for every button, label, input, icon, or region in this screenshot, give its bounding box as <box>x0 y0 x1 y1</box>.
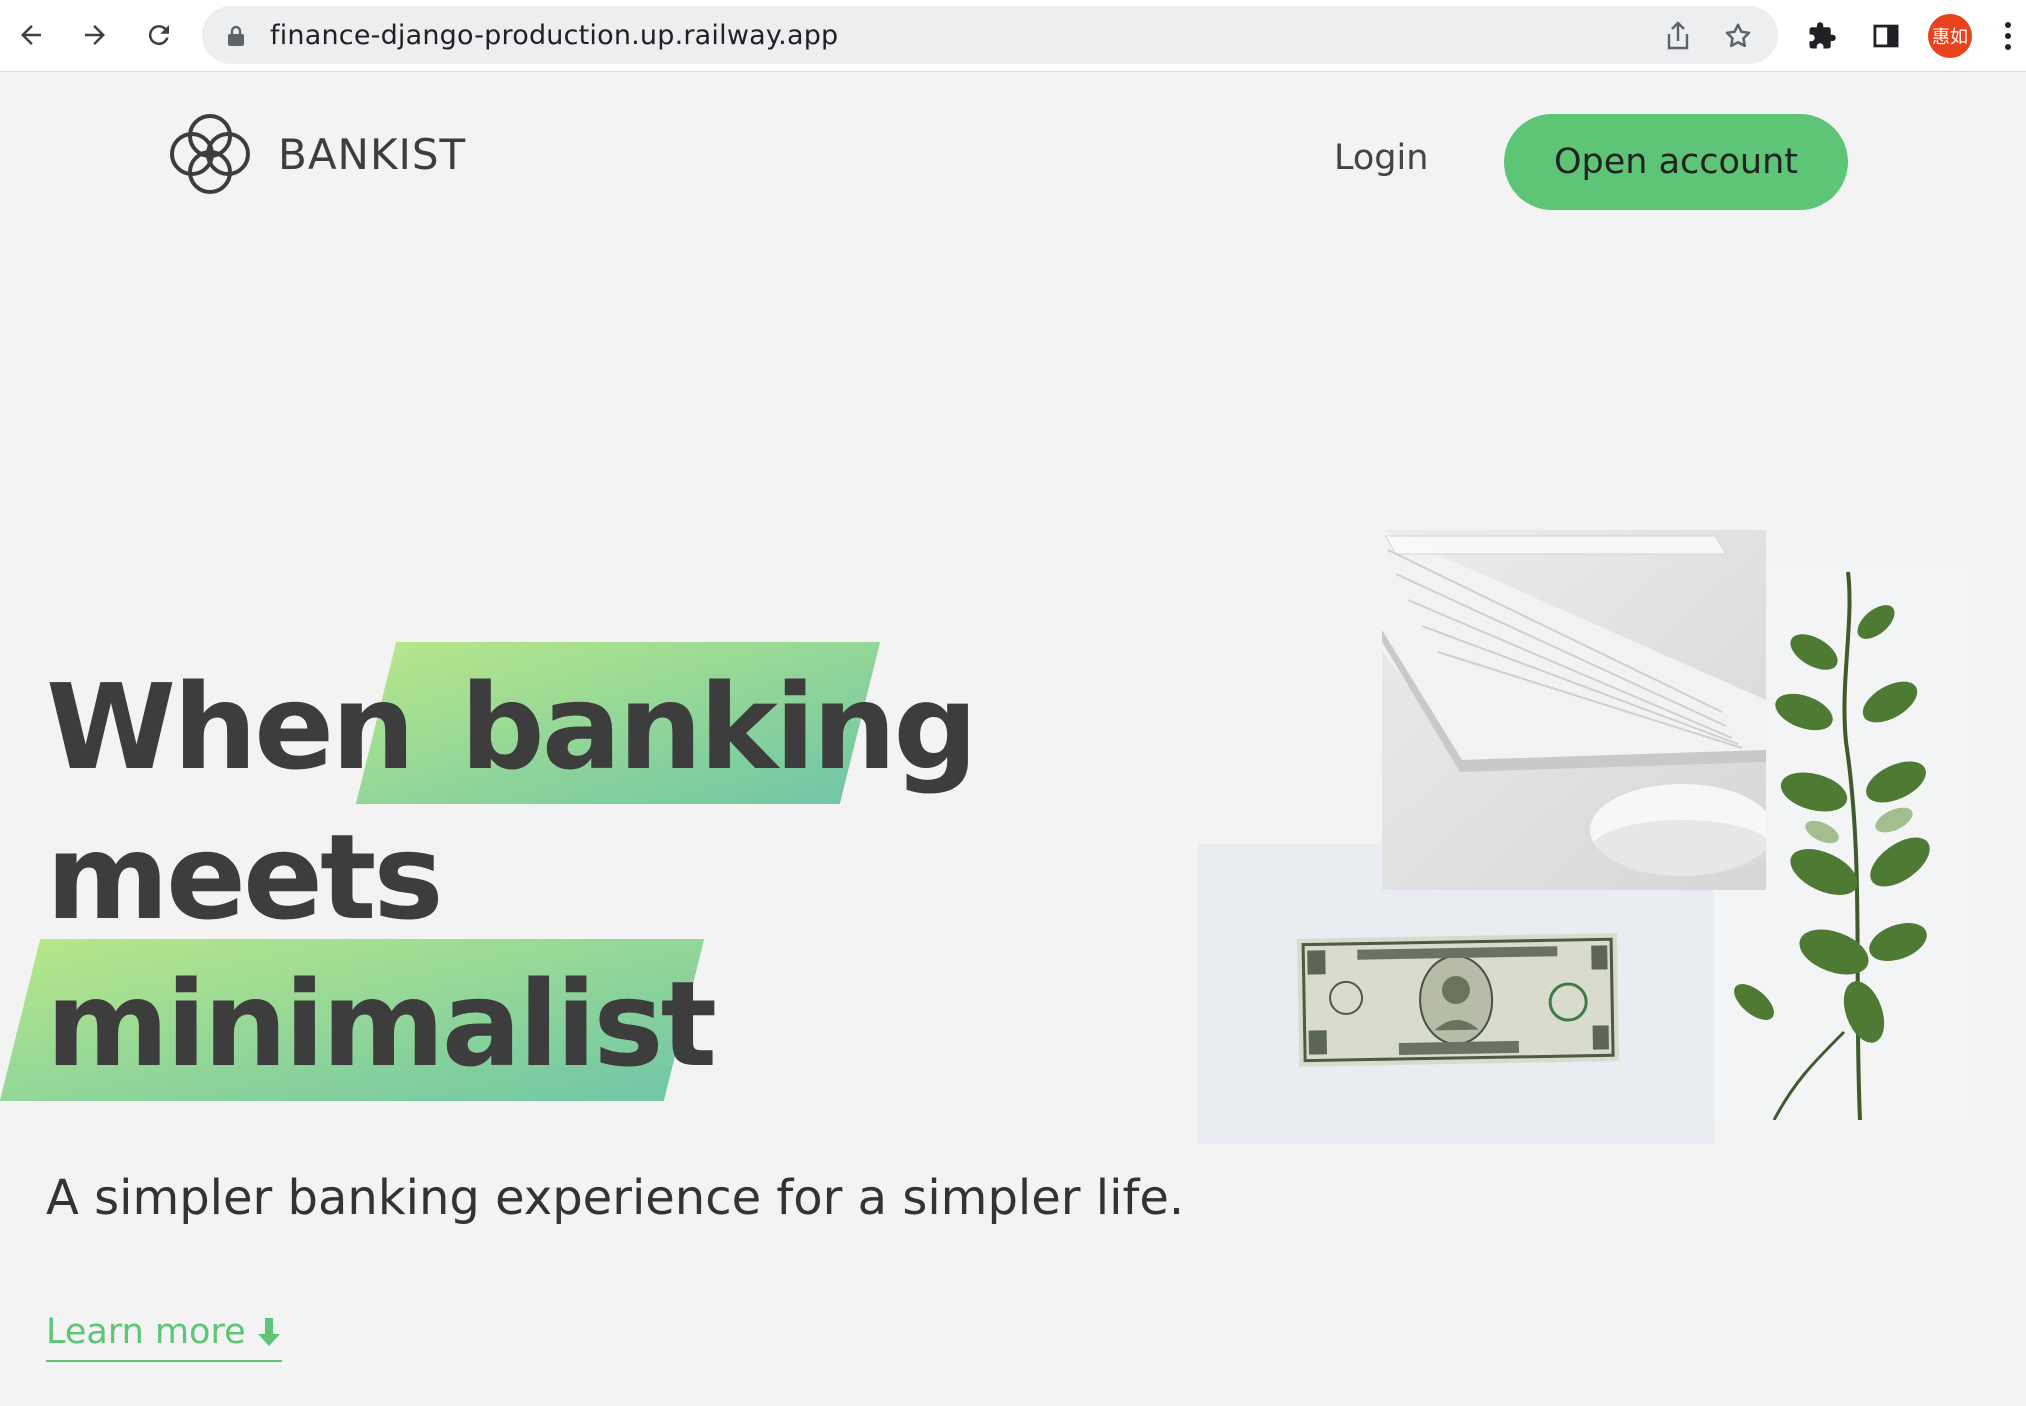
back-icon <box>21 25 41 45</box>
forward-icon <box>85 25 105 45</box>
reload-icon <box>148 25 169 46</box>
menu-dots-icon <box>2005 22 2011 50</box>
brand-logo[interactable]: BANKIST <box>164 108 466 200</box>
learn-more-link[interactable]: Learn more <box>46 1312 282 1362</box>
bankist-logo-icon <box>170 114 250 194</box>
keyboard-image <box>1382 530 1766 890</box>
lock-icon <box>228 25 244 46</box>
page-content: BANKIST Login Open account When banking … <box>0 72 2026 1406</box>
extensions-button[interactable] <box>1800 14 1844 58</box>
learn-more-label: Learn more <box>46 1312 246 1352</box>
bookmark-star-icon <box>1725 23 1751 48</box>
side-panel-icon <box>1873 24 1899 48</box>
hero-subtitle: A simpler banking experience for a simpl… <box>46 1170 1185 1226</box>
headline-line-2: meets <box>46 808 444 946</box>
headline-line-3: minimalist <box>46 955 717 1093</box>
side-panel-button[interactable] <box>1864 14 1908 58</box>
share-icon <box>1667 21 1689 50</box>
headline-word-banking: banking <box>460 658 977 796</box>
arrow-down-icon <box>257 1318 280 1346</box>
open-account-button[interactable]: Open account <box>1504 114 1848 210</box>
headline-word-when: When <box>46 658 415 796</box>
browser-menu-button[interactable] <box>1994 14 2022 58</box>
brand-name: BANKIST <box>278 129 467 179</box>
profile-avatar[interactable]: 惠如 <box>1928 14 1972 58</box>
forward-button[interactable] <box>72 12 118 58</box>
reload-button[interactable] <box>136 12 182 58</box>
share-button[interactable] <box>1660 18 1696 54</box>
back-button[interactable] <box>8 12 54 58</box>
url-text[interactable]: finance-django-production.up.railway.app <box>270 20 838 51</box>
extensions-icon <box>1809 22 1836 49</box>
bookmark-button[interactable] <box>1720 18 1756 54</box>
address-bar[interactable]: finance-django-production.up.railway.app <box>202 6 1778 64</box>
browser-toolbar: finance-django-production.up.railway.app… <box>0 0 2026 72</box>
nav-login-link[interactable]: Login <box>1334 138 1428 178</box>
headline-line-1: When banking <box>46 668 978 786</box>
